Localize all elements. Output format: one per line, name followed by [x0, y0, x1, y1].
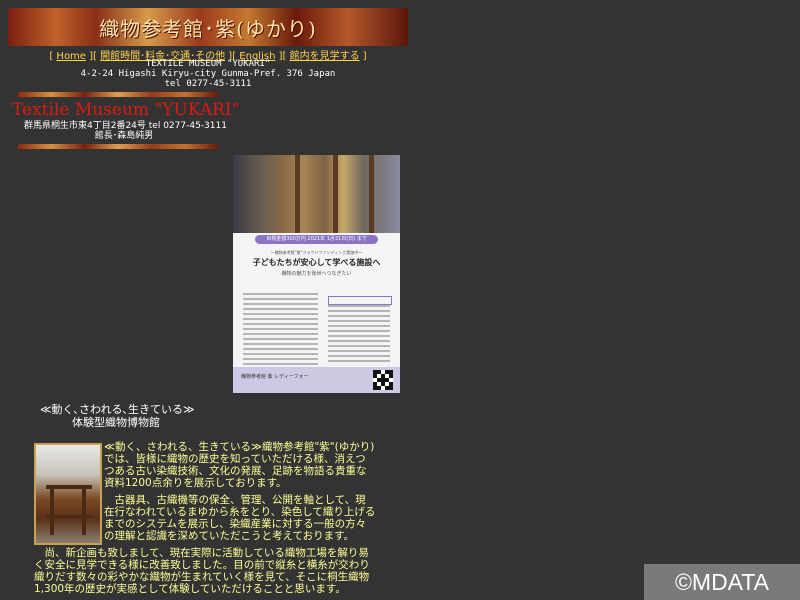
poster-side-text	[328, 305, 390, 365]
poster-tagline: 織物の魅力を後世へつなぎたい	[281, 271, 352, 277]
poster-footer: 織物参考館 紫 レディーフォー	[233, 367, 400, 393]
loom-photo[interactable]	[34, 443, 102, 545]
poster-badge-text: 目標金額300万円 2021年 1月31日(日) まで	[266, 236, 367, 242]
museum-name-logo: Textile Museum "YUKARI"	[12, 100, 240, 120]
copyright-watermark: ©MDATA	[644, 564, 800, 600]
jp-address-line: 群馬県桐生市東4丁目2番24号 tel 0277-45-3111	[24, 121, 227, 131]
poster-body-text	[243, 293, 318, 368]
crowdfunding-poster[interactable]: 目標金額300万円 2021年 1月31日(日) まで 〜織物参考館"紫"クラウ…	[233, 155, 400, 393]
poster-photo	[233, 155, 400, 233]
japanese-address: 群馬県桐生市東4丁目2番24号 tel 0277-45-3111 館長･森島純男	[24, 121, 227, 141]
qr-code-icon	[373, 370, 393, 390]
poster-goal-badge: 目標金額300万円 2021年 1月31日(日) まで	[255, 235, 378, 244]
decorative-stripe-top	[18, 92, 218, 97]
site-title: 織物参考館･紫(ゆかり)	[99, 16, 317, 41]
english-address: TEXTILE MUSEUM "YUKARI" 4-2-24 Higashi K…	[8, 59, 408, 89]
poster-subtitle: 〜織物参考館"紫"クラウドファンディング実施中〜	[270, 250, 363, 255]
address-line-tel: tel 0277-45-3111	[164, 79, 252, 89]
poster-return-box	[328, 296, 392, 305]
address-line-street: 4-2-24 Higashi Kiryu-city Gunma-Pref. 37…	[80, 69, 336, 79]
decorative-stripe-bottom	[18, 144, 218, 149]
poster-footer-text: 織物参考館 紫 レディーフォー	[241, 374, 309, 380]
intro-paragraph-2: 古器具、古織機等の保全、管理、公開を軸として、現在行なわれているまゆから糸をとり…	[104, 494, 376, 542]
address-line-name: TEXTILE MUSEUM "YUKARI"	[145, 59, 271, 69]
header-banner: 織物参考館･紫(ゆかり)	[8, 8, 408, 46]
tagline-line-1: ≪動く､さわれる､生きている≫	[40, 403, 195, 416]
tagline-line-2: 体験型織物博物館	[72, 416, 160, 429]
intro-paragraph-3: 尚、新企画も致しまして、現在実際に活動している織物工場を解り易く安全に見学できる…	[34, 547, 370, 595]
intro-paragraph-1: ≪動く、さわれる、生きている≫織物参考館"紫"(ゆかり)では、皆様に織物の歴史を…	[104, 441, 375, 489]
director-name: 館長･森島純男	[94, 131, 154, 141]
poster-headline: 子どもたちが安心して学べる施設へ	[252, 258, 381, 267]
museum-tagline: ≪動く､さわれる､生きている≫ 体験型織物博物館	[40, 403, 220, 429]
